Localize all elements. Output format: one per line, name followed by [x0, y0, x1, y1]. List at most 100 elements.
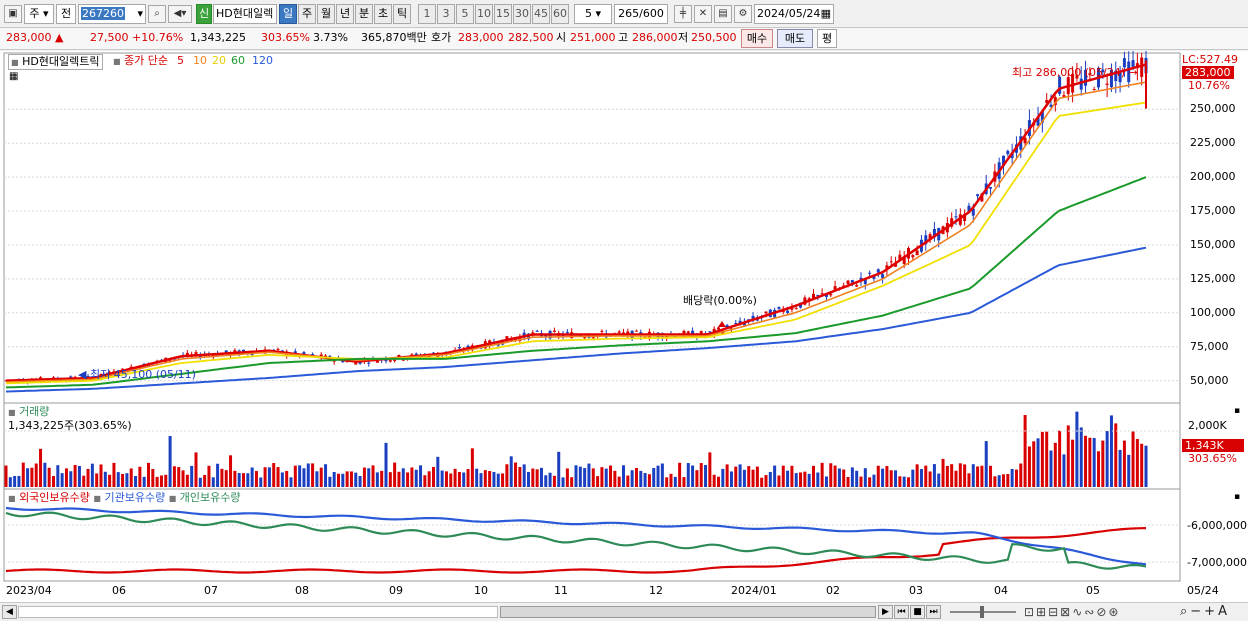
- period-tab[interactable]: 틱: [393, 4, 411, 24]
- volume-bar: [656, 465, 660, 487]
- calendar-icon[interactable]: ▦: [821, 5, 831, 23]
- speaker-icon[interactable]: ◀▾: [168, 5, 192, 23]
- volume-panel-close-icon[interactable]: ▪: [1234, 405, 1240, 418]
- drawing-tools-icon[interactable]: ⊡⊞⊟⊠∿∾⊘⊛: [1024, 606, 1120, 619]
- interval-select[interactable]: 5 ▾: [574, 4, 612, 24]
- volume-bar: [56, 465, 60, 487]
- volume-bar: [479, 473, 483, 487]
- eval-button[interactable]: 평: [817, 29, 837, 48]
- volume-bar: [440, 470, 444, 487]
- candle-type-icon[interactable]: ╪: [674, 5, 692, 23]
- period-tab[interactable]: 월: [317, 4, 335, 24]
- volume-bar: [794, 473, 798, 487]
- volume-bar: [397, 471, 401, 487]
- zoom-controls-icon[interactable]: ⌕−+A: [1180, 605, 1230, 618]
- interval-button[interactable]: 30: [513, 4, 531, 24]
- prev-button[interactable]: 전: [56, 4, 76, 24]
- interval-button[interactable]: 15: [494, 4, 512, 24]
- volume-bar: [427, 471, 431, 487]
- period-tab[interactable]: 초: [374, 4, 392, 24]
- volume-bar: [436, 456, 440, 487]
- volume-bar: [950, 464, 954, 487]
- fast-forward-icon[interactable]: ⏭: [926, 605, 941, 619]
- buy-button[interactable]: 매수: [741, 29, 773, 48]
- volume-bar: [643, 473, 647, 487]
- gear-icon[interactable]: ⚙: [734, 5, 752, 23]
- interval-button[interactable]: 3: [437, 4, 455, 24]
- stop-icon[interactable]: ■: [910, 605, 925, 619]
- scroll-thumb[interactable]: [500, 606, 876, 618]
- volume-bar: [850, 467, 854, 487]
- period-tab[interactable]: 일: [279, 4, 297, 24]
- volume-bar: [539, 467, 543, 487]
- open-label: 시: [556, 31, 567, 44]
- volume-bar: [302, 468, 306, 487]
- interval-button[interactable]: 45: [532, 4, 550, 24]
- volume-bar: [505, 464, 509, 487]
- chart-area[interactable]: ■ HD현대일렉트릭 ■ 종가 단순 5 10 20 60 120 ▦ 최고 2…: [0, 48, 1248, 603]
- volume-bar: [695, 470, 699, 487]
- price-y-tick: 175,000: [1190, 204, 1236, 218]
- volume-bar: [172, 466, 176, 487]
- volume-bar: [4, 465, 8, 487]
- volume-bar: [1118, 449, 1122, 487]
- volume-bar: [8, 477, 12, 487]
- volume-bar: [941, 458, 945, 487]
- count-input[interactable]: 265/600: [614, 4, 668, 24]
- volume-bar: [423, 475, 427, 487]
- interval-button[interactable]: 10: [475, 4, 493, 24]
- window-icon[interactable]: ▣: [4, 5, 22, 23]
- interval-button[interactable]: 60: [551, 4, 569, 24]
- period-tab[interactable]: 주: [298, 4, 316, 24]
- scroll-right-icon[interactable]: ▶: [878, 605, 893, 619]
- volume-bar: [708, 452, 712, 487]
- holdings-panel-close-icon[interactable]: ▪: [1234, 491, 1240, 504]
- price-legend-name[interactable]: ■ HD현대일렉트릭: [8, 54, 103, 70]
- candle-body: [600, 330, 604, 332]
- price-y-tick: 150,000: [1190, 237, 1236, 251]
- scroll-track[interactable]: [18, 606, 498, 618]
- volume-bar: [665, 477, 669, 487]
- volume-bar: [298, 465, 302, 487]
- scroll-left-icon[interactable]: ◀: [2, 605, 17, 619]
- volume-bar: [881, 468, 885, 487]
- candle-body: [535, 330, 539, 332]
- search-icon[interactable]: ⌕: [148, 5, 166, 23]
- speed-slider-handle[interactable]: [980, 606, 984, 618]
- period-tab[interactable]: 분: [355, 4, 373, 24]
- period-type-select[interactable]: 주 ▾: [24, 4, 54, 24]
- chart-scrollbar[interactable]: ◀ ▶ ⏮ ■ ⏭ ⊡⊞⊟⊠∿∾⊘⊛ ⌕−+A: [0, 602, 1248, 621]
- volume-bar: [151, 469, 155, 487]
- volume-bar: [660, 463, 664, 487]
- volume-bar: [911, 469, 915, 487]
- volume-bar: [1127, 454, 1131, 487]
- volume-bar: [1058, 430, 1062, 487]
- sell-button[interactable]: 매도: [777, 29, 813, 48]
- volume-bar: [652, 468, 656, 487]
- save-icon[interactable]: ▤: [714, 5, 732, 23]
- interval-button[interactable]: 5: [456, 4, 474, 24]
- volume-bar: [414, 469, 418, 487]
- open-price: 251,000: [570, 31, 616, 44]
- price-chart[interactable]: [0, 48, 1248, 603]
- interval-button[interactable]: 1: [418, 4, 436, 24]
- volume-value-label: 1,343,225주(303.65%): [8, 419, 132, 432]
- volume-bar: [375, 472, 379, 487]
- date-input[interactable]: 2024/05/24 ▦: [754, 4, 834, 24]
- indicator-icon[interactable]: ✕: [694, 5, 712, 23]
- code-input[interactable]: 267260 ▾: [78, 4, 146, 24]
- period-tab[interactable]: 년: [336, 4, 354, 24]
- x-axis-label: 2024/01: [731, 584, 777, 597]
- lc-label: LC:527.49: [1182, 53, 1239, 66]
- volume-bar: [527, 471, 530, 487]
- table-icon[interactable]: ▦: [9, 70, 18, 83]
- volume-bar: [721, 468, 725, 487]
- turnover-pct: 3.73%: [313, 31, 348, 44]
- rewind-icon[interactable]: ⏮: [894, 605, 909, 619]
- volume-bar: [190, 465, 194, 487]
- volume-last-pct: 303.65%: [1188, 452, 1237, 465]
- volume-bar: [518, 467, 522, 487]
- volume-bar: [246, 473, 250, 487]
- volume-bar: [34, 463, 38, 487]
- volume-bar: [907, 477, 910, 487]
